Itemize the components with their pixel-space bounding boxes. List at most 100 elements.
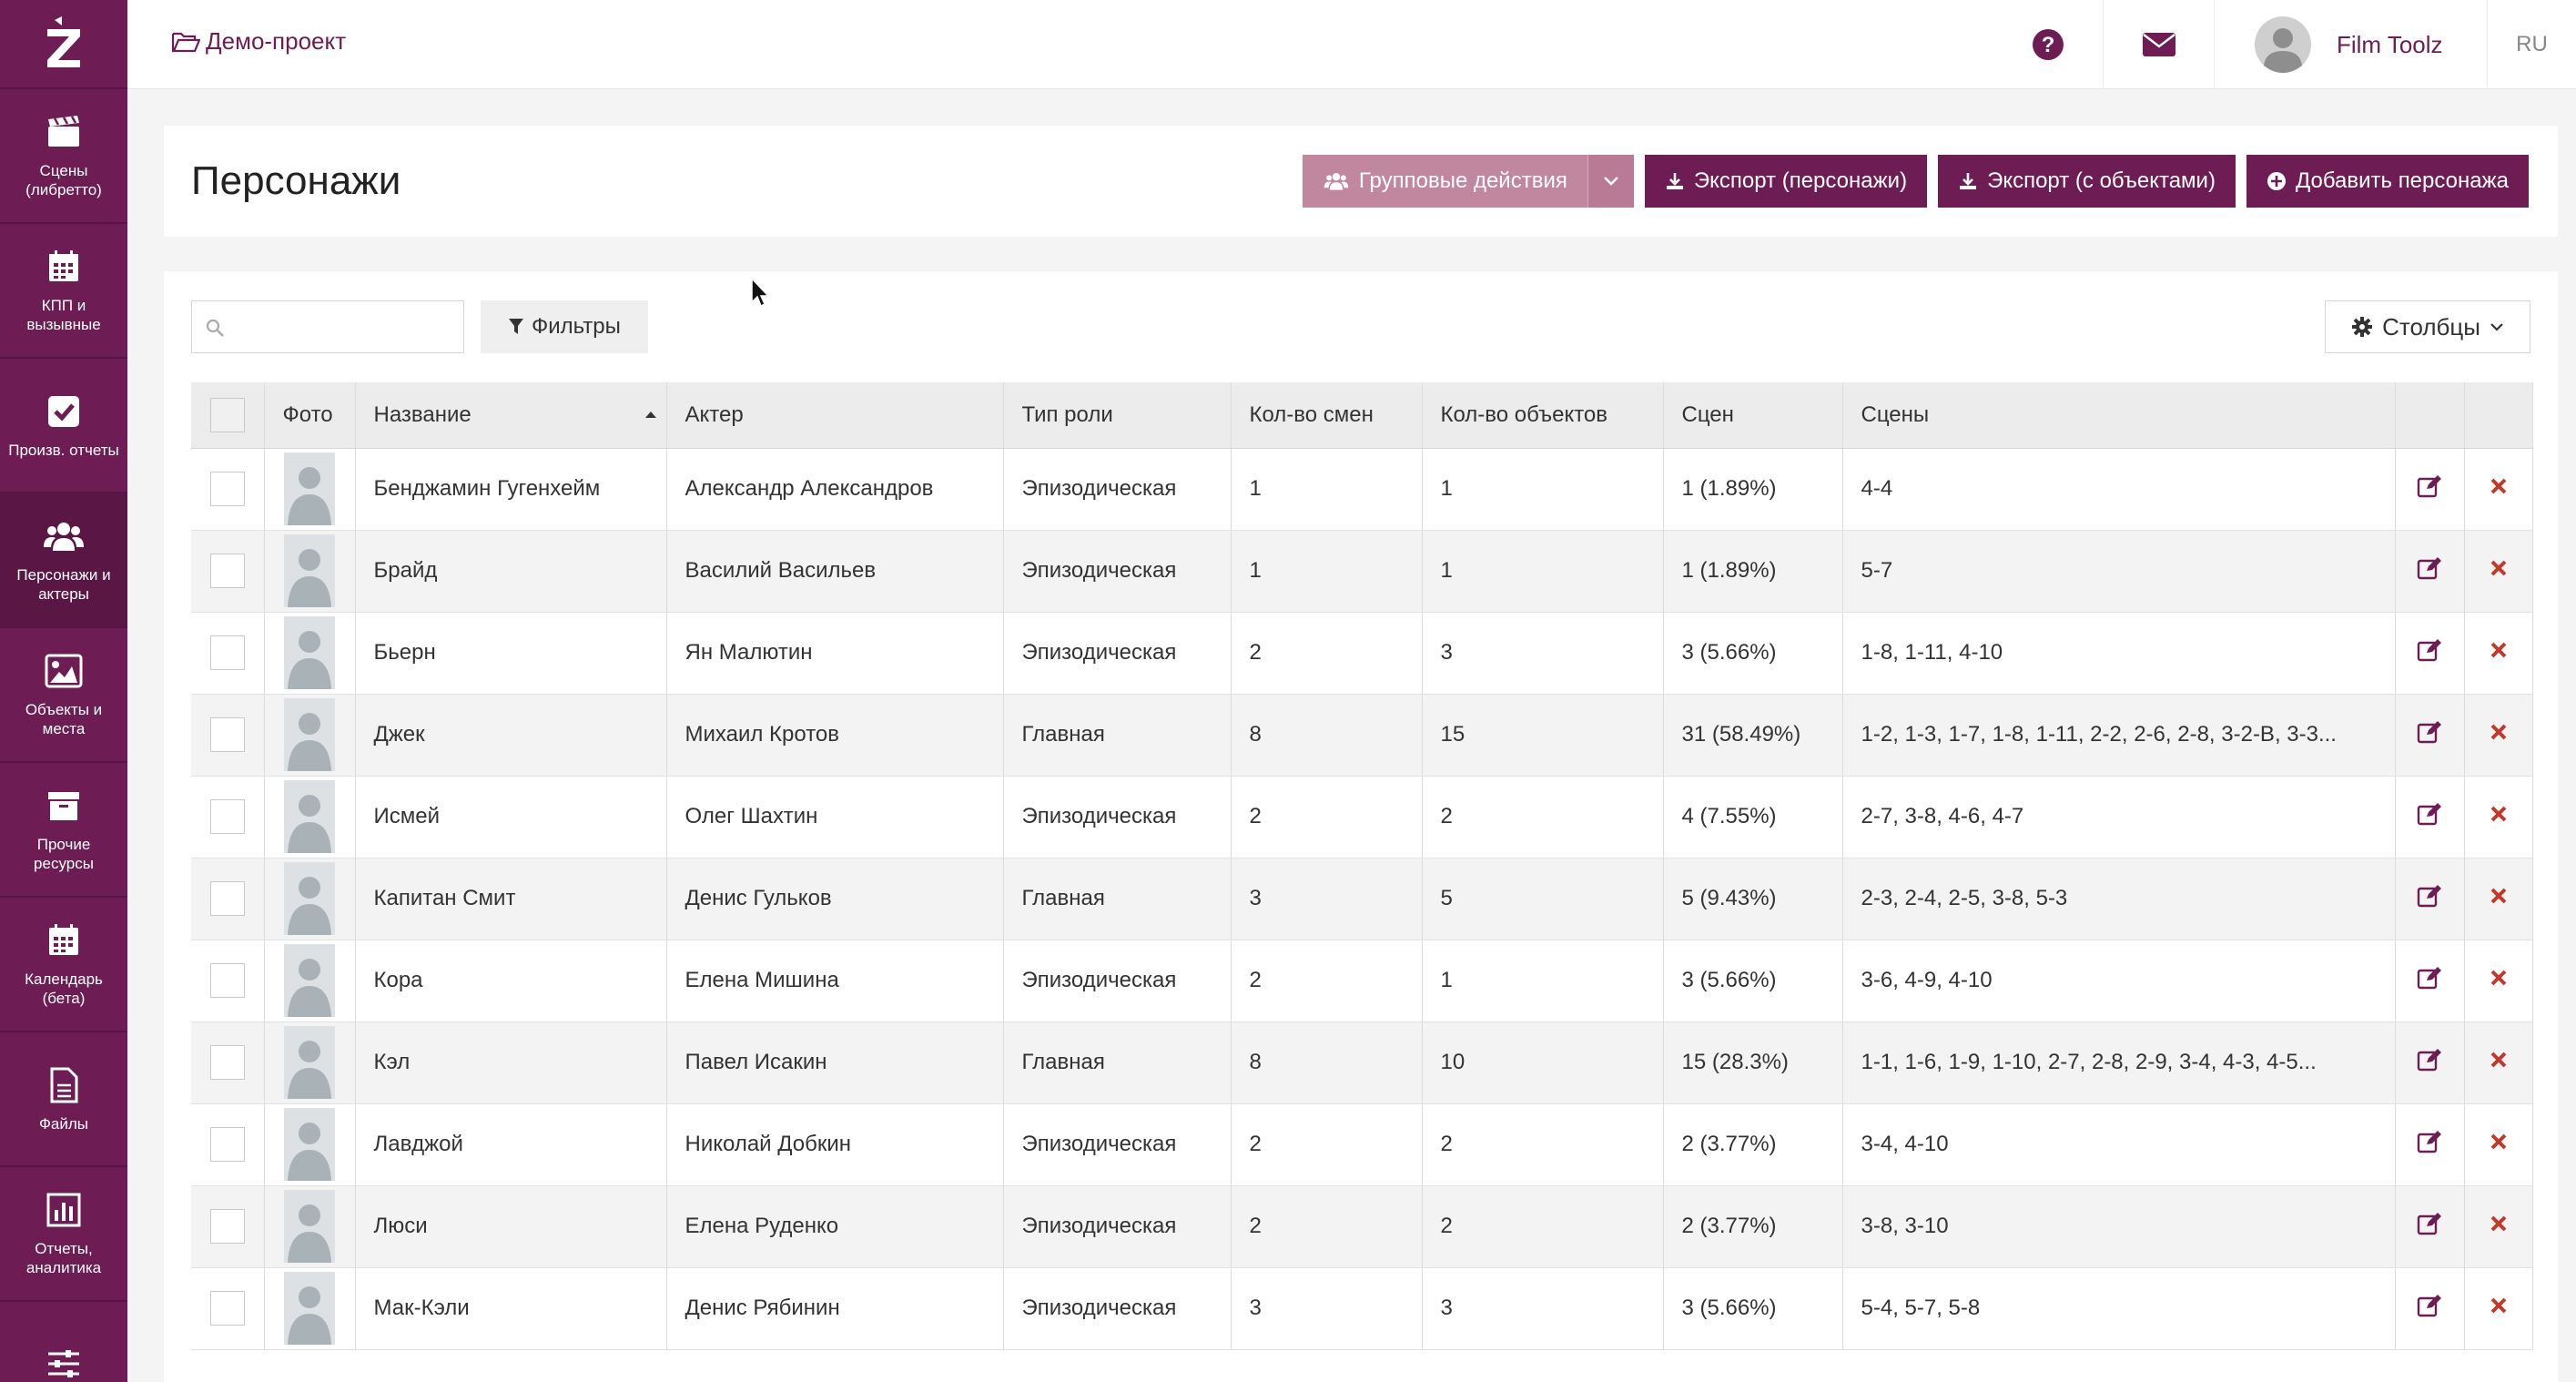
row-checkbox[interactable] [209, 799, 245, 834]
columns-button[interactable]: Столбцы [2325, 300, 2530, 353]
row-name: Мак-Кэли [355, 1267, 667, 1350]
delete-icon[interactable] [2490, 1133, 2508, 1151]
edit-icon[interactable] [2417, 1048, 2442, 1072]
edit-icon[interactable] [2417, 720, 2442, 744]
header-shifts[interactable]: Кол-во смен [1231, 382, 1423, 449]
row-name: Бьерн [355, 612, 667, 695]
row-checkbox[interactable] [209, 1127, 245, 1162]
help-button[interactable]: ? [1993, 0, 2103, 89]
delete-icon[interactable] [2490, 969, 2508, 987]
row-name: Джек [355, 694, 667, 777]
table-row[interactable]: Джек Михаил Кротов Главная 8 15 31 (58.49%) 1-… [191, 694, 2533, 777]
header-scenes-count[interactable]: Сцен [1663, 382, 1843, 449]
table-row[interactable]: Бьерн Ян Малютин Эпизодическая 2 3 3 (5.66%) 1… [191, 612, 2533, 695]
table-row[interactable]: Брайд Василий Васильев Эпизодическая 1 1 1 (1… [191, 530, 2533, 613]
row-checkbox[interactable] [209, 1209, 245, 1244]
row-objects: 2 [1422, 1185, 1664, 1268]
edit-icon[interactable] [2417, 1130, 2442, 1153]
row-objects: 1 [1422, 530, 1664, 613]
app-logo[interactable] [0, 0, 127, 89]
table-row[interactable]: Мак-Кэли Денис Рябинин Эпизодическая 3 3 3 (5… [191, 1267, 2533, 1350]
language-switch[interactable]: RU [2487, 0, 2576, 89]
delete-icon[interactable] [2490, 805, 2508, 823]
row-edit-cell [2395, 858, 2465, 940]
export-characters-button[interactable]: Экспорт (персонажи) [1644, 155, 1928, 208]
sidebar-item-settings[interactable] [0, 1302, 127, 1382]
table-row[interactable]: Лавджой Николай Добкин Эпизодическая 2 2 2 (3… [191, 1103, 2533, 1186]
header-actor[interactable]: Актер [666, 382, 1004, 449]
photo-placeholder-icon [284, 1272, 335, 1345]
row-checkbox[interactable] [209, 635, 245, 670]
table-row[interactable]: Бенджамин Гугенхейм Александр Александров… [191, 448, 2533, 531]
select-all-checkbox[interactable] [209, 397, 245, 432]
delete-icon[interactable] [2490, 1051, 2508, 1069]
edit-icon[interactable] [2417, 802, 2442, 826]
row-name: Капитан Смит [355, 858, 667, 940]
chevron-down-icon [1603, 177, 1618, 186]
group-actions-button[interactable]: Групповые действия [1302, 155, 1587, 208]
sidebar-item-resources[interactable]: Прочие ресурсы [0, 763, 127, 898]
edit-icon[interactable] [2417, 638, 2442, 662]
delete-icon[interactable] [2490, 1296, 2508, 1315]
header-name[interactable]: Название [355, 382, 667, 449]
delete-icon[interactable] [2490, 477, 2508, 495]
row-checkbox[interactable] [209, 1291, 245, 1326]
edit-icon[interactable] [2417, 1212, 2442, 1235]
header-role[interactable]: Тип роли [1003, 382, 1232, 449]
sidebar-item-objects[interactable]: Объекты и места [0, 628, 127, 763]
table-row[interactable]: Кэл Павел Исакин Главная 8 10 15 (28.3%) 1-1, … [191, 1021, 2533, 1104]
sidebar-item-scenes[interactable]: Сцены (либретто) [0, 89, 127, 224]
row-actor: Денис Гульков [666, 858, 1004, 940]
header-actions: Групповые действия Экспорт (персонажи) Э… [1302, 155, 2529, 208]
row-edit-cell [2395, 1267, 2465, 1350]
delete-icon[interactable] [2490, 559, 2508, 577]
row-scenes-count: 2 (3.77%) [1663, 1185, 1843, 1268]
table-row[interactable]: Исмей Олег Шахтин Эпизодическая 2 2 4 (7.55%)… [191, 776, 2533, 859]
export-objects-button[interactable]: Экспорт (с объектами) [1938, 155, 2236, 208]
header-objects[interactable]: Кол-во объектов [1422, 382, 1664, 449]
group-actions-toggle[interactable] [1587, 155, 1634, 208]
delete-icon[interactable] [2490, 641, 2508, 659]
delete-icon[interactable] [2490, 887, 2508, 905]
row-checkbox[interactable] [209, 717, 245, 752]
sidebar-item-call-sheets[interactable]: КПП и вызывные [0, 224, 127, 359]
row-objects: 5 [1422, 858, 1664, 940]
header-scenes[interactable]: Сцены [1842, 382, 2396, 449]
row-checkbox[interactable] [209, 1045, 245, 1080]
row-checkbox[interactable] [209, 881, 245, 916]
edit-icon[interactable] [2417, 1294, 2442, 1317]
row-checkbox[interactable] [209, 554, 245, 588]
delete-icon[interactable] [2490, 1214, 2508, 1233]
table-row[interactable]: Люси Елена Руденко Эпизодическая 2 2 2 (3.77%… [191, 1185, 2533, 1268]
project-link[interactable]: Демо-проект [171, 27, 346, 56]
messages-button[interactable] [2103, 0, 2214, 89]
row-checkbox[interactable] [209, 963, 245, 998]
plus-circle-icon [2267, 172, 2286, 190]
sidebar-item-calendar[interactable]: Календарь (бета) [0, 898, 127, 1032]
gear-icon [2352, 317, 2373, 337]
edit-icon[interactable] [2417, 966, 2442, 990]
filters-button[interactable]: Фильтры [481, 300, 648, 353]
edit-icon[interactable] [2417, 556, 2442, 580]
archive-icon [44, 786, 84, 826]
edit-icon[interactable] [2417, 884, 2442, 908]
sidebar-item-analytics[interactable]: Отчеты, аналитика [0, 1167, 127, 1302]
top-right-controls: ? Film Toolz RU [1993, 0, 2576, 89]
row-checkbox[interactable] [209, 472, 245, 506]
row-select-cell [191, 612, 265, 695]
delete-icon[interactable] [2490, 723, 2508, 741]
table-row[interactable]: Кора Елена Мишина Эпизодическая 2 1 3 (5.66%)… [191, 940, 2533, 1022]
table-row[interactable]: Капитан Смит Денис Гульков Главная 3 5 5 (9.4… [191, 858, 2533, 940]
row-scenes-count: 1 (1.89%) [1663, 448, 1843, 531]
add-character-button[interactable]: Добавить персонажа [2246, 155, 2529, 208]
row-scenes: 2-7, 3-8, 4-6, 4-7 [1842, 776, 2396, 859]
edit-icon[interactable] [2417, 474, 2442, 498]
sidebar-item-files[interactable]: Файлы [0, 1032, 127, 1167]
row-delete-cell [2464, 1021, 2533, 1104]
sidebar-item-characters[interactable]: Персонажи и актеры [0, 493, 127, 628]
search-input[interactable] [228, 301, 456, 352]
row-scenes-count: 2 (3.77%) [1663, 1103, 1843, 1186]
sidebar-item-reports[interactable]: Произв. отчеты [0, 359, 127, 493]
row-select-cell [191, 1103, 265, 1186]
user-menu[interactable]: Film Toolz [2214, 0, 2487, 89]
